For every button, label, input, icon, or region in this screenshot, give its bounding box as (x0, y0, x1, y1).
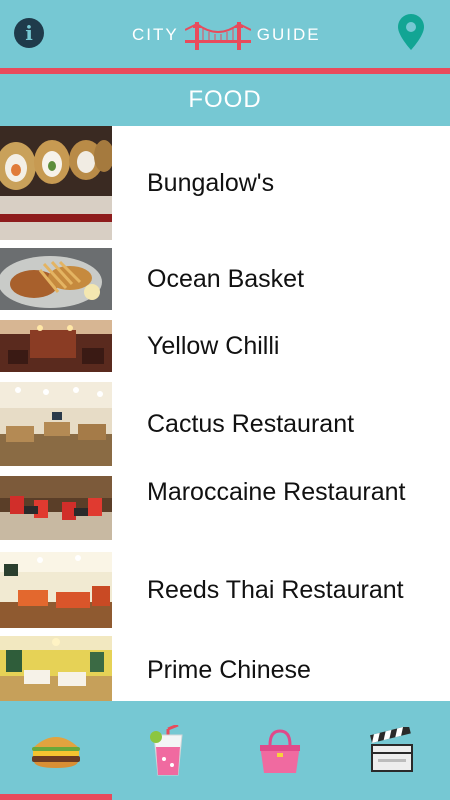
nav-drinks[interactable] (112, 701, 224, 800)
restaurant-interior-photo (0, 320, 112, 372)
city-guide-logo: CITY GUIDE (132, 14, 322, 56)
logo-text-city: CITY (132, 25, 179, 44)
top-app-bar: i CITY GUIDE (0, 0, 450, 68)
sushi-photo (0, 126, 112, 240)
logo-text-guide: GUIDE (256, 25, 321, 44)
nav-shopping[interactable] (224, 701, 336, 800)
restaurant-name: Reeds Thai Restaurant (147, 576, 404, 604)
golden-gate-bridge-icon (184, 22, 251, 50)
restaurant-name: Prime Chinese (147, 656, 311, 684)
list-item[interactable]: Yellow Chilli (0, 320, 450, 372)
list-item[interactable]: Maroccaine Restaurant (0, 476, 450, 540)
restaurant-name: Cactus Restaurant (147, 410, 355, 438)
info-icon[interactable]: i (14, 18, 44, 48)
list-item[interactable]: Prime Chinese (0, 636, 450, 701)
nav-food[interactable] (0, 701, 112, 800)
list-item[interactable]: Bungalow's (0, 126, 450, 240)
restaurant-name: Ocean Basket (147, 265, 305, 293)
red-chairs-interior-photo (0, 476, 112, 540)
clapperboard-icon (370, 726, 413, 772)
list-item[interactable]: Cactus Restaurant (0, 382, 450, 466)
dining-hall-photo (0, 382, 112, 466)
restaurant-name: Yellow Chilli (147, 332, 280, 360)
burger-icon (32, 736, 80, 768)
map-pin-icon[interactable] (398, 14, 424, 50)
seafood-platter-photo (0, 248, 112, 310)
section-title: FOOD (0, 74, 450, 126)
restaurant-list[interactable]: Bungalow's Ocean Basket Yellow Chilli Ca… (0, 126, 450, 701)
list-item[interactable]: Reeds Thai Restaurant (0, 552, 450, 628)
handbag-icon (260, 728, 300, 773)
thai-dining-room-photo (0, 552, 112, 628)
chinese-dining-room-photo (0, 636, 112, 701)
active-tab-indicator (0, 794, 112, 800)
bottom-nav (0, 701, 450, 800)
restaurant-name: Maroccaine Restaurant (147, 478, 406, 506)
list-item[interactable]: Ocean Basket (0, 248, 450, 310)
drink-icon (150, 724, 183, 775)
nav-entertainment[interactable] (336, 701, 448, 800)
restaurant-name: Bungalow's (147, 169, 275, 197)
